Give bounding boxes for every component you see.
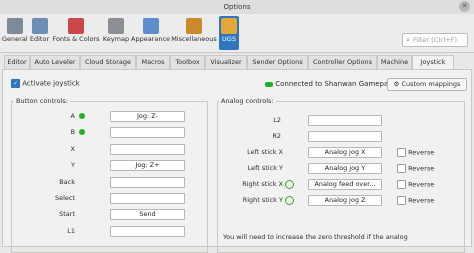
button-controls-title: Button controls: <box>14 97 70 105</box>
activate-joystick-label: Activate joystick <box>22 79 80 88</box>
analog-label-l2: L2 <box>273 116 281 124</box>
tab-editor[interactable]: Editor <box>4 55 30 69</box>
close-icon[interactable]: ✕ <box>459 1 470 12</box>
misc-icon <box>186 18 202 34</box>
gear-icon <box>6 18 23 34</box>
connection-status-label: Connected to Shanwan Gamepad <box>275 80 393 88</box>
check-icon: ✓ <box>11 79 20 88</box>
toolbar-item-keymap[interactable]: Keymap <box>102 16 130 50</box>
button-pressed-icon <box>79 113 85 119</box>
analog-controls-title: Analog controls: <box>219 97 276 105</box>
tab-macros[interactable]: Macros <box>136 55 170 69</box>
search-icon: ⌕ <box>406 35 410 44</box>
button-pressed-icon <box>79 129 85 135</box>
connection-status: Connected to Shanwan Gamepad <box>265 80 393 88</box>
options-category-toolbar: General Editor Fonts & Colors Keymap App… <box>0 14 474 53</box>
analog-mapping-right-stick-y[interactable]: Analog jog Z <box>308 195 382 206</box>
button-label-l1: L1 <box>67 227 75 235</box>
filter-placeholder: Filter (Ctrl+F) <box>413 36 457 44</box>
toolbar-item-label: Keymap <box>102 35 130 43</box>
filter-input[interactable]: ⌕ Filter (Ctrl+F) <box>402 33 468 47</box>
analog-label-right-stick-x: Right stick X <box>242 180 283 188</box>
reverse-label: Reverse <box>408 148 435 157</box>
button-mapping-x[interactable] <box>110 144 185 155</box>
button-label-back: Back <box>59 178 75 186</box>
tab-joystick[interactable]: Joystick <box>412 55 454 70</box>
toolbar-item-label: UGS <box>222 35 236 43</box>
gear-icon: ⚙ <box>393 80 400 88</box>
stick-position-icon <box>285 180 294 189</box>
toolbar-item-label: Miscellaneous <box>171 35 217 43</box>
stick-position-icon <box>285 196 294 205</box>
tab-toolbox[interactable]: Toolbox <box>170 55 205 69</box>
analog-mapping-r2[interactable] <box>308 131 382 142</box>
toolbar-item-miscellaneous[interactable]: Miscellaneous <box>171 16 217 50</box>
checkbox-icon <box>397 164 406 173</box>
analog-mapping-left-stick-x[interactable]: Analog jog X <box>308 147 382 158</box>
custom-mappings-label: Custom mappings <box>401 80 461 88</box>
reverse-left-stick-x-checkbox[interactable]: Reverse <box>397 148 434 157</box>
reverse-right-stick-y-checkbox[interactable]: Reverse <box>397 196 434 205</box>
analog-mapping-right-stick-x[interactable]: Analog feed over... <box>308 179 382 190</box>
tab-visualizer[interactable]: Visualizer <box>205 55 247 69</box>
analog-label-r2: R2 <box>272 132 281 140</box>
analog-label-right-stick-y: Right stick Y <box>242 196 283 204</box>
toolbar-item-label: Editor <box>29 35 50 43</box>
reverse-left-stick-y-checkbox[interactable]: Reverse <box>397 164 434 173</box>
tab-machine[interactable]: Machine <box>377 55 412 69</box>
toolbar-item-fonts-colors[interactable]: Fonts & Colors <box>52 16 100 50</box>
checkbox-icon <box>397 196 406 205</box>
window-title: Options <box>223 3 251 11</box>
reverse-label: Reverse <box>408 164 435 173</box>
button-mapping-y[interactable]: Jog: Z+ <box>110 160 185 171</box>
fonts-colors-icon <box>68 18 84 34</box>
toolbar-item-label: Appearance <box>131 35 171 43</box>
toolbar-item-appearance[interactable]: Appearance <box>131 16 170 50</box>
reverse-label: Reverse <box>408 180 435 189</box>
button-mapping-select[interactable] <box>110 193 185 204</box>
window-titlebar: Options ✕ <box>0 0 474 14</box>
button-label-select: Select <box>54 194 75 202</box>
toolbar-item-general[interactable]: General <box>2 16 28 50</box>
zero-threshold-note: You will need to increase the zero thres… <box>223 233 408 241</box>
button-mapping-l1[interactable] <box>110 226 185 237</box>
button-mapping-b[interactable] <box>110 127 185 138</box>
ugs-tab-bar: Editor Auto Leveler Cloud Storage Macros… <box>0 55 474 70</box>
connected-icon <box>265 81 273 87</box>
button-mapping-back[interactable] <box>110 177 185 188</box>
analog-mapping-l2[interactable] <box>308 115 382 126</box>
appearance-icon <box>142 18 159 34</box>
checkbox-icon <box>397 180 406 189</box>
editor-icon <box>31 18 48 34</box>
reverse-label: Reverse <box>408 196 435 205</box>
tab-sender-options[interactable]: Sender Options <box>247 55 308 69</box>
tab-controller-options[interactable]: Controller Options <box>308 55 377 69</box>
tab-cloud-storage[interactable]: Cloud Storage <box>80 55 136 69</box>
analog-mapping-left-stick-y[interactable]: Analog jog Y <box>308 163 382 174</box>
analog-label-left-stick-x: Left stick X <box>247 148 283 156</box>
button-label-b: B <box>70 128 75 136</box>
toolbar-item-ugs[interactable]: UGS <box>219 16 239 50</box>
ugs-icon <box>221 18 237 34</box>
toolbar-item-label: Fonts & Colors <box>52 35 100 43</box>
toolbar-item-label: General <box>2 35 28 43</box>
button-label-y: Y <box>71 161 75 169</box>
joystick-panel: ✓ Activate joystick Connected to Shanwan… <box>2 69 472 253</box>
activate-joystick-checkbox[interactable]: ✓ Activate joystick <box>11 79 80 88</box>
button-label-x: X <box>70 145 75 153</box>
keyboard-icon <box>108 18 124 34</box>
checkbox-icon <box>397 148 406 157</box>
button-label-a: A <box>70 112 75 120</box>
toolbar-item-editor[interactable]: Editor <box>29 16 50 50</box>
button-mapping-a[interactable]: Jog: Z- <box>110 111 185 122</box>
custom-mappings-button[interactable]: ⚙ Custom mappings <box>387 78 467 91</box>
reverse-right-stick-x-checkbox[interactable]: Reverse <box>397 180 434 189</box>
tab-auto-leveler[interactable]: Auto Leveler <box>30 55 80 69</box>
button-label-start: Start <box>59 210 75 218</box>
analog-label-left-stick-y: Left stick Y <box>247 164 283 172</box>
button-mapping-start[interactable]: Send <box>110 209 185 220</box>
